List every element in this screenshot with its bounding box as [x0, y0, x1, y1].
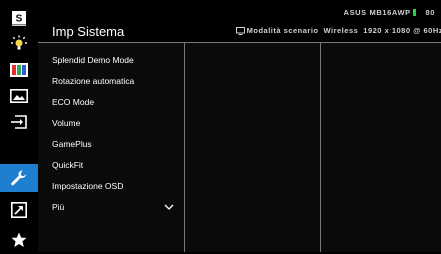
sidebar-item-image[interactable] — [0, 82, 38, 110]
input-select-icon — [11, 115, 27, 129]
osd-header: Imp Sistema ASUS MB16AWP 80 Modalità sce… — [38, 0, 441, 42]
wrench-icon — [11, 170, 26, 186]
menu-item-gameplus[interactable]: GamePlus — [52, 134, 178, 154]
color-bars-icon — [10, 63, 28, 77]
battery-level: 80 — [425, 8, 435, 17]
sidebar-item-shortcut[interactable] — [0, 196, 38, 224]
header-divider — [38, 42, 441, 43]
sidebar-item-system-setup[interactable] — [0, 164, 38, 192]
menu-item-label: Splendid Demo Mode — [52, 55, 134, 65]
column-divider — [320, 43, 321, 252]
splendid-s-icon: S — [12, 11, 26, 26]
menu-item-volume[interactable]: Volume — [52, 113, 178, 133]
sidebar-item-input[interactable] — [0, 108, 38, 136]
svg-text:S: S — [16, 14, 23, 25]
status-line: Modalità scenario Wireless 1920 x 1080 @ 6… — [235, 26, 441, 35]
menu-item-quickfit[interactable]: QuickFit — [52, 155, 178, 175]
chevron-down-icon — [164, 204, 174, 210]
model-info: ASUS MB16AWP 80 — [344, 8, 435, 17]
battery-icon — [412, 9, 416, 16]
sidebar: S — [0, 0, 38, 252]
menu-item-label: ECO Mode — [52, 97, 95, 107]
scenario-mode: Modalità scenario — [246, 26, 319, 35]
menu-item-label: Rotazione automatica — [52, 76, 135, 86]
menu-item-eco-mode[interactable]: ECO Mode — [52, 92, 178, 112]
menu-item-splendid-demo-mode[interactable]: Splendid Demo Mode — [52, 50, 178, 70]
connection-type: Wireless — [323, 26, 359, 35]
menu-item-auto-rotation[interactable]: Rotazione automatica — [52, 71, 178, 91]
brightness-icon — [11, 35, 27, 50]
page-title: Imp Sistema — [52, 24, 125, 39]
sidebar-item-splendid[interactable]: S — [0, 4, 38, 32]
menu-item-label: GamePlus — [52, 139, 92, 149]
sidebar-item-color[interactable] — [0, 56, 38, 84]
shortcut-arrow-icon — [11, 202, 27, 218]
resolution: 1920 x 1080 @ 60Hz — [363, 26, 441, 35]
model-name: ASUS MB16AWP — [343, 8, 411, 17]
menu-item-label: Più — [52, 202, 65, 212]
monitor-icon — [235, 27, 245, 35]
sidebar-item-brightness[interactable] — [0, 30, 38, 58]
sidebar-item-favorites[interactable] — [0, 226, 38, 254]
image-icon — [10, 89, 28, 103]
menu-item-more[interactable]: Più — [52, 197, 178, 217]
column-divider — [184, 43, 185, 252]
menu-item-label: Impostazione OSD — [52, 181, 124, 191]
menu-item-label: QuickFit — [52, 160, 84, 170]
menu-item-label: Volume — [52, 118, 81, 128]
menu-item-osd-setup[interactable]: Impostazione OSD — [52, 176, 178, 196]
star-icon — [11, 232, 27, 247]
